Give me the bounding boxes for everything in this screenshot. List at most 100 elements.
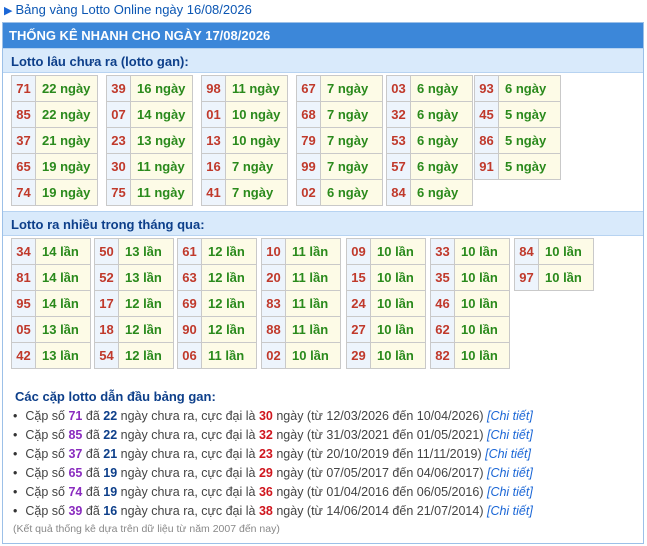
most-row: 83 11 lần: [261, 290, 341, 317]
gan-number[interactable]: 98: [201, 75, 226, 102]
most-number[interactable]: 15: [346, 264, 371, 291]
pair-number: 85: [68, 428, 83, 442]
most-number[interactable]: 34: [11, 238, 36, 265]
gan-number[interactable]: 53: [386, 127, 411, 154]
pairs-title: Các cặp lotto dẫn đầu bảng gan:: [15, 389, 216, 404]
pairs-list: • Cặp số 71 đã 22 ngày chưa ra, cực đại l…: [13, 407, 637, 521]
gan-value: 6 ngày: [410, 153, 473, 180]
gan-number[interactable]: 75: [106, 179, 131, 206]
most-number[interactable]: 24: [346, 290, 371, 317]
gan-number[interactable]: 65: [11, 153, 36, 180]
gan-number[interactable]: 68: [296, 101, 321, 128]
detail-link[interactable]: [Chi tiết]: [485, 447, 531, 461]
most-number[interactable]: 05: [11, 316, 36, 343]
top-link[interactable]: ▶ Bảng vàng Lotto Online ngày 16/08/2026: [4, 2, 252, 20]
gan-number[interactable]: 91: [474, 153, 499, 180]
most-number[interactable]: 50: [94, 238, 119, 265]
most-number[interactable]: 27: [346, 316, 371, 343]
gan-row: 45 5 ngày: [474, 101, 561, 128]
gan-number[interactable]: 03: [386, 75, 411, 102]
gan-value: 5 ngày: [498, 153, 561, 180]
most-number[interactable]: 54: [94, 342, 119, 369]
gan-number[interactable]: 32: [386, 101, 411, 128]
most-group: 33 10 lần 35 10 lần 46 10 lần 62 10 lần 82 10 lần: [430, 238, 510, 369]
gan-number[interactable]: 37: [11, 127, 36, 154]
gan-value: 14 ngày: [130, 101, 193, 128]
most-value: 12 lần: [201, 238, 257, 265]
pair-range: ngày (từ 12/03/2026 đến 10/04/2026): [272, 409, 487, 423]
most-number[interactable]: 20: [261, 264, 286, 291]
gan-number[interactable]: 99: [296, 153, 321, 180]
most-value: 12 lần: [201, 316, 257, 343]
gan-number[interactable]: 93: [474, 75, 499, 102]
gan-number[interactable]: 84: [386, 179, 411, 206]
most-number[interactable]: 97: [514, 264, 539, 291]
most-number[interactable]: 84: [514, 238, 539, 265]
most-value: 11 lần: [285, 264, 341, 291]
most-number[interactable]: 42: [11, 342, 36, 369]
gan-number[interactable]: 23: [106, 127, 131, 154]
most-number[interactable]: 17: [94, 290, 119, 317]
gan-number[interactable]: 16: [201, 153, 226, 180]
gan-number[interactable]: 13: [201, 127, 226, 154]
most-number[interactable]: 63: [177, 264, 202, 291]
most-row: 97 10 lần: [514, 264, 594, 291]
pair-text: ngày chưa ra, cực đại là: [117, 466, 259, 480]
gan-number[interactable]: 86: [474, 127, 499, 154]
most-number[interactable]: 83: [261, 290, 286, 317]
gan-number[interactable]: 67: [296, 75, 321, 102]
gan-number[interactable]: 71: [11, 75, 36, 102]
most-number[interactable]: 62: [430, 316, 455, 343]
most-number[interactable]: 52: [94, 264, 119, 291]
gan-number[interactable]: 02: [296, 179, 321, 206]
gan-row: 41 7 ngày: [201, 179, 288, 206]
pair-text: đã: [82, 447, 104, 461]
pair-label: Cặp số: [25, 466, 69, 480]
gan-number[interactable]: 79: [296, 127, 321, 154]
most-number[interactable]: 88: [261, 316, 286, 343]
pair-label: Cặp số: [25, 504, 69, 518]
gan-number[interactable]: 01: [201, 101, 226, 128]
detail-link[interactable]: [Chi tiết]: [487, 428, 533, 442]
most-number[interactable]: 90: [177, 316, 202, 343]
most-number[interactable]: 10: [261, 238, 286, 265]
top-link-label[interactable]: Bảng vàng Lotto Online ngày 16/08/2026: [15, 2, 251, 17]
gan-number[interactable]: 39: [106, 75, 131, 102]
detail-link[interactable]: [Chi tiết]: [487, 409, 533, 423]
pair-max: 32: [258, 428, 273, 442]
gan-number[interactable]: 30: [106, 153, 131, 180]
most-number[interactable]: 69: [177, 290, 202, 317]
most-number[interactable]: 02: [261, 342, 286, 369]
most-row: 20 11 lần: [261, 264, 341, 291]
most-number[interactable]: 33: [430, 238, 455, 265]
pair-days: 16: [103, 504, 118, 518]
pair-days: 22: [103, 409, 118, 423]
most-number[interactable]: 06: [177, 342, 202, 369]
most-number[interactable]: 09: [346, 238, 371, 265]
gan-number[interactable]: 74: [11, 179, 36, 206]
most-number[interactable]: 35: [430, 264, 455, 291]
gan-number[interactable]: 45: [474, 101, 499, 128]
most-number[interactable]: 95: [11, 290, 36, 317]
most-value: 10 lần: [370, 342, 426, 369]
most-value: 12 lần: [118, 316, 174, 343]
detail-link[interactable]: [Chi tiết]: [487, 504, 533, 518]
most-number[interactable]: 29: [346, 342, 371, 369]
gan-row: 91 5 ngày: [474, 153, 561, 180]
most-number[interactable]: 61: [177, 238, 202, 265]
gan-number[interactable]: 85: [11, 101, 36, 128]
most-number[interactable]: 46: [430, 290, 455, 317]
gan-value: 21 ngày: [35, 127, 98, 154]
most-number[interactable]: 18: [94, 316, 119, 343]
most-value: 14 lần: [35, 238, 91, 265]
gan-number[interactable]: 57: [386, 153, 411, 180]
most-number[interactable]: 81: [11, 264, 36, 291]
most-number[interactable]: 82: [430, 342, 455, 369]
pair-days: 19: [103, 466, 118, 480]
most-value: 11 lần: [285, 238, 341, 265]
gan-number[interactable]: 07: [106, 101, 131, 128]
detail-link[interactable]: [Chi tiết]: [487, 485, 533, 499]
detail-link[interactable]: [Chi tiết]: [487, 466, 533, 480]
gan-number[interactable]: 41: [201, 179, 226, 206]
gan-row: 85 22 ngày: [11, 101, 98, 128]
